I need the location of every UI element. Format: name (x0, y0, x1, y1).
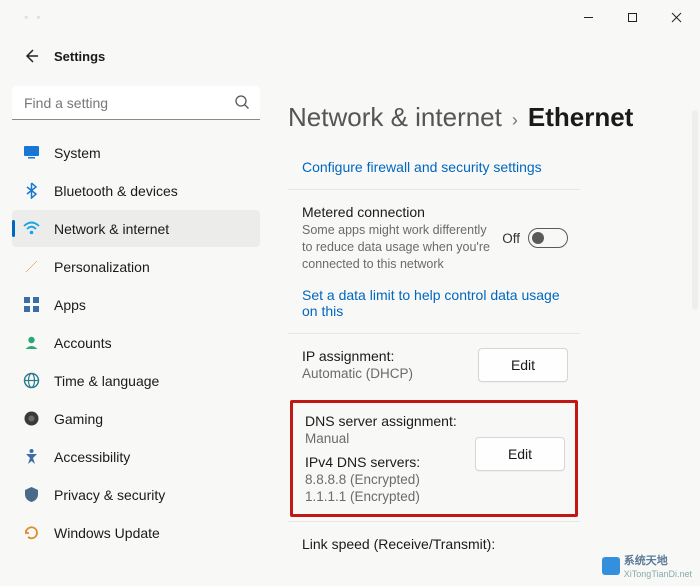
dns-highlight-box: DNS server assignment: Manual IPv4 DNS s… (290, 400, 578, 517)
metered-toggle[interactable] (528, 228, 568, 248)
sidebar-item-personalization[interactable]: Personalization (12, 248, 260, 285)
watermark-text-cn: 系统天地 (624, 555, 668, 567)
dns-server-2: 1.1.1.1 (Encrypted) (305, 489, 475, 504)
sidebar-item-apps[interactable]: Apps (12, 286, 260, 323)
sidebar-item-label: Accounts (54, 335, 112, 351)
content-pane: Network & internet › Ethernet Configure … (272, 78, 700, 586)
sidebar-item-label: System (54, 145, 101, 161)
dns-server-1: 8.8.8.8 (Encrypted) (305, 472, 475, 487)
paintbrush-icon (22, 258, 40, 276)
metered-toggle-label: Off (502, 231, 520, 246)
watermark-logo-icon (602, 557, 620, 575)
ip-edit-button[interactable]: Edit (478, 348, 568, 382)
nav-list: System Bluetooth & devices Network & int… (12, 134, 260, 551)
sidebar-item-label: Network & internet (54, 221, 169, 237)
globe-icon (22, 372, 40, 390)
update-icon (22, 524, 40, 542)
dns-servers-label: IPv4 DNS servers: (305, 454, 475, 470)
wifi-icon (22, 220, 40, 238)
sidebar-item-accounts[interactable]: Accounts (12, 324, 260, 361)
watermark: 系统天地 XiTongTianDi.net (602, 552, 692, 580)
accounts-icon (22, 334, 40, 352)
tab-stub: ◦◦ (0, 10, 41, 24)
sidebar: System Bluetooth & devices Network & int… (0, 78, 272, 586)
apps-icon (22, 296, 40, 314)
sidebar-item-time-language[interactable]: Time & language (12, 362, 260, 399)
breadcrumb-parent[interactable]: Network & internet (288, 102, 502, 133)
ip-assignment-label: IP assignment: (302, 348, 468, 364)
header: Settings (0, 34, 700, 78)
scrollbar[interactable] (692, 110, 698, 310)
system-icon (22, 144, 40, 162)
breadcrumb-current: Ethernet (528, 102, 633, 133)
gaming-icon (22, 410, 40, 428)
sidebar-item-gaming[interactable]: Gaming (12, 400, 260, 437)
sidebar-item-windows-update[interactable]: Windows Update (12, 514, 260, 551)
chevron-right-icon: › (512, 110, 518, 131)
metered-subtitle: Some apps might work differently to redu… (302, 222, 492, 273)
watermark-text-en: XiTongTianDi.net (624, 569, 692, 579)
sidebar-item-label: Personalization (54, 259, 150, 275)
sidebar-item-privacy[interactable]: Privacy & security (12, 476, 260, 513)
link-speed-label: Link speed (Receive/Transmit): (302, 536, 568, 552)
sidebar-item-label: Bluetooth & devices (54, 183, 178, 199)
firewall-link[interactable]: Configure firewall and security settings (302, 159, 542, 175)
sidebar-item-label: Time & language (54, 373, 159, 389)
app-title: Settings (54, 49, 105, 64)
sidebar-item-label: Privacy & security (54, 487, 165, 503)
search-icon (234, 94, 250, 115)
ip-assignment-value: Automatic (DHCP) (302, 366, 468, 381)
breadcrumb: Network & internet › Ethernet (288, 102, 700, 133)
sidebar-item-label: Windows Update (54, 525, 160, 541)
back-button[interactable] (18, 43, 44, 69)
sidebar-item-label: Apps (54, 297, 86, 313)
titlebar: ◦◦ (0, 0, 700, 34)
sidebar-item-network[interactable]: Network & internet (12, 210, 260, 247)
sidebar-item-system[interactable]: System (12, 134, 260, 171)
sidebar-item-accessibility[interactable]: Accessibility (12, 438, 260, 475)
data-limit-link[interactable]: Set a data limit to help control data us… (302, 287, 568, 319)
accessibility-icon (22, 448, 40, 466)
close-button[interactable] (654, 2, 698, 32)
search-container (12, 86, 260, 120)
maximize-button[interactable] (610, 2, 654, 32)
dns-edit-button[interactable]: Edit (475, 437, 565, 471)
shield-icon (22, 486, 40, 504)
sidebar-item-bluetooth[interactable]: Bluetooth & devices (12, 172, 260, 209)
dns-assignment-label: DNS server assignment: (305, 413, 475, 429)
minimize-button[interactable] (566, 2, 610, 32)
dns-assignment-value: Manual (305, 431, 475, 446)
metered-title: Metered connection (302, 204, 492, 220)
search-input[interactable] (12, 86, 260, 120)
bluetooth-icon (22, 182, 40, 200)
sidebar-item-label: Accessibility (54, 449, 130, 465)
sidebar-item-label: Gaming (54, 411, 103, 427)
